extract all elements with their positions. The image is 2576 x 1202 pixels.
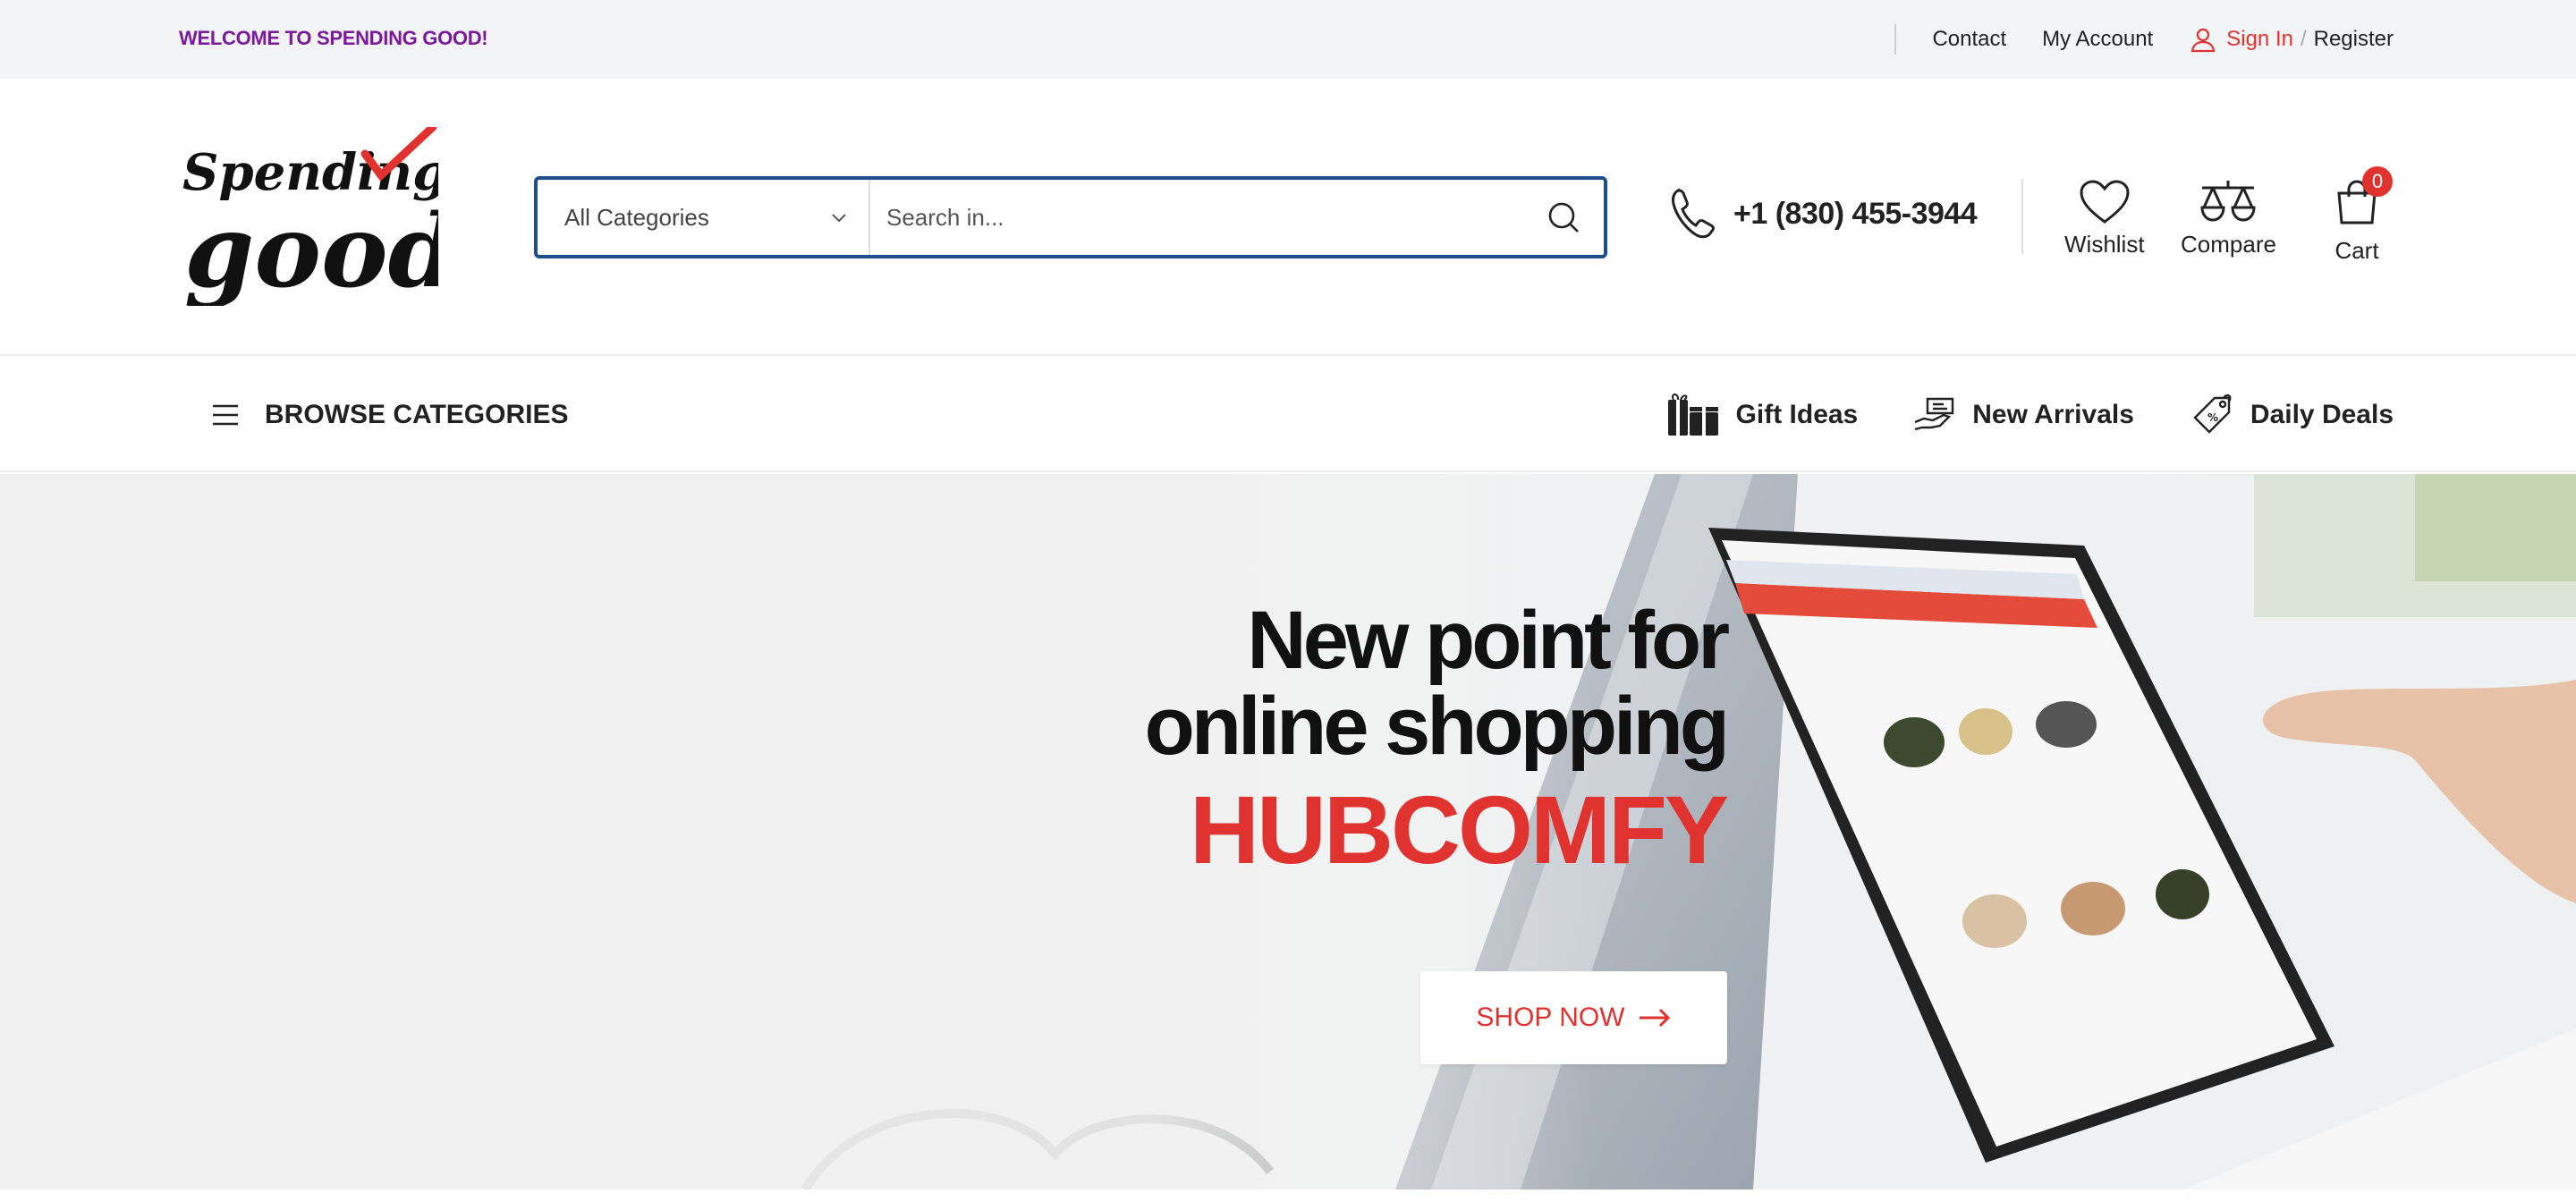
gift-ideas-label: Gift Ideas — [1735, 400, 1859, 429]
browse-categories-button[interactable]: BROWSE CATEGORIES — [211, 358, 568, 472]
phone-contact[interactable]: +1 (830) 455-3944 — [1669, 186, 1978, 241]
wishlist-button[interactable]: Wishlist — [2064, 179, 2145, 258]
price-tag-icon: % — [2193, 394, 2232, 434]
heart-icon — [2080, 180, 2130, 224]
contact-link[interactable]: Contact — [1932, 27, 2006, 52]
new-arrivals-icon — [1914, 397, 1954, 431]
hero-banner: New point for online shopping HUBCOMFY S… — [0, 474, 2576, 1189]
header-divider — [2021, 179, 2023, 254]
hamburger-icon — [213, 404, 238, 426]
search-icon — [1548, 202, 1579, 233]
category-nav: BROWSE CATEGORIES Gift Ideas New Arrival… — [0, 358, 2576, 472]
header: Spending good All Categories +1 (830) 45… — [0, 79, 2576, 356]
compare-button[interactable]: Compare — [2181, 179, 2276, 258]
cart-button[interactable]: 0 Cart — [2334, 166, 2393, 265]
top-nav: Contact My Account Sign In / Register — [1894, 0, 2394, 79]
phone-icon — [1672, 188, 1715, 239]
my-account-link[interactable]: My Account — [2042, 27, 2153, 52]
auth-separator: / — [2300, 27, 2307, 51]
daily-deals-label: Daily Deals — [2250, 400, 2394, 429]
gift-icon — [1667, 394, 1718, 436]
hero-headline: New point for online shopping HUBCOMFY — [1144, 595, 1730, 884]
logo-text-bottom: good — [184, 193, 438, 306]
top-bar: WELCOME TO SPENDING GOOD! Contact My Acc… — [0, 0, 2576, 79]
hero-brand: HUBCOMFY — [1190, 775, 1729, 884]
compare-label: Compare — [2181, 231, 2276, 258]
scale-icon — [2200, 181, 2256, 222]
category-select[interactable]: All Categories — [538, 180, 870, 255]
welcome-message: WELCOME TO SPENDING GOOD! — [179, 27, 488, 49]
gift-ideas-link[interactable]: Gift Ideas — [1666, 393, 1859, 437]
chevron-down-icon — [832, 214, 846, 223]
shop-now-label: SHOP NOW — [1476, 1003, 1625, 1032]
search-bar: All Categories — [534, 176, 1607, 258]
promo-links: Gift Ideas New Arrivals % Daily Deals — [1611, 358, 2394, 472]
new-arrivals-link[interactable]: New Arrivals — [1913, 395, 2134, 435]
shop-now-button[interactable]: SHOP NOW — [1420, 971, 1727, 1064]
cart-count-badge: 0 — [2362, 166, 2393, 197]
search-button[interactable] — [1523, 180, 1604, 255]
spending-good-logo[interactable]: Spending good — [179, 127, 438, 306]
cart-icon-wrap: 0 — [2334, 166, 2393, 237]
daily-deals-link[interactable]: % Daily Deals — [2190, 393, 2394, 437]
new-arrivals-label: New Arrivals — [1972, 400, 2134, 429]
user-icon[interactable] — [2189, 25, 2217, 54]
wishlist-label: Wishlist — [2064, 231, 2145, 258]
arrow-right-icon — [1639, 1008, 1670, 1028]
register-link[interactable]: Register — [2314, 27, 2394, 52]
cart-label: Cart — [2334, 237, 2379, 264]
category-select-value: All Categories — [564, 203, 709, 231]
hero-line-2: online shopping — [1144, 681, 1730, 772]
search-input[interactable] — [870, 180, 1523, 255]
hero-line-1: New point for — [1247, 595, 1730, 686]
sign-in-link[interactable]: Sign In — [2226, 27, 2293, 52]
svg-text:%: % — [2207, 411, 2218, 424]
phone-number: +1 (830) 455-3944 — [1733, 196, 1978, 231]
top-nav-divider — [1894, 24, 1897, 55]
browse-categories-label: BROWSE CATEGORIES — [265, 400, 569, 429]
